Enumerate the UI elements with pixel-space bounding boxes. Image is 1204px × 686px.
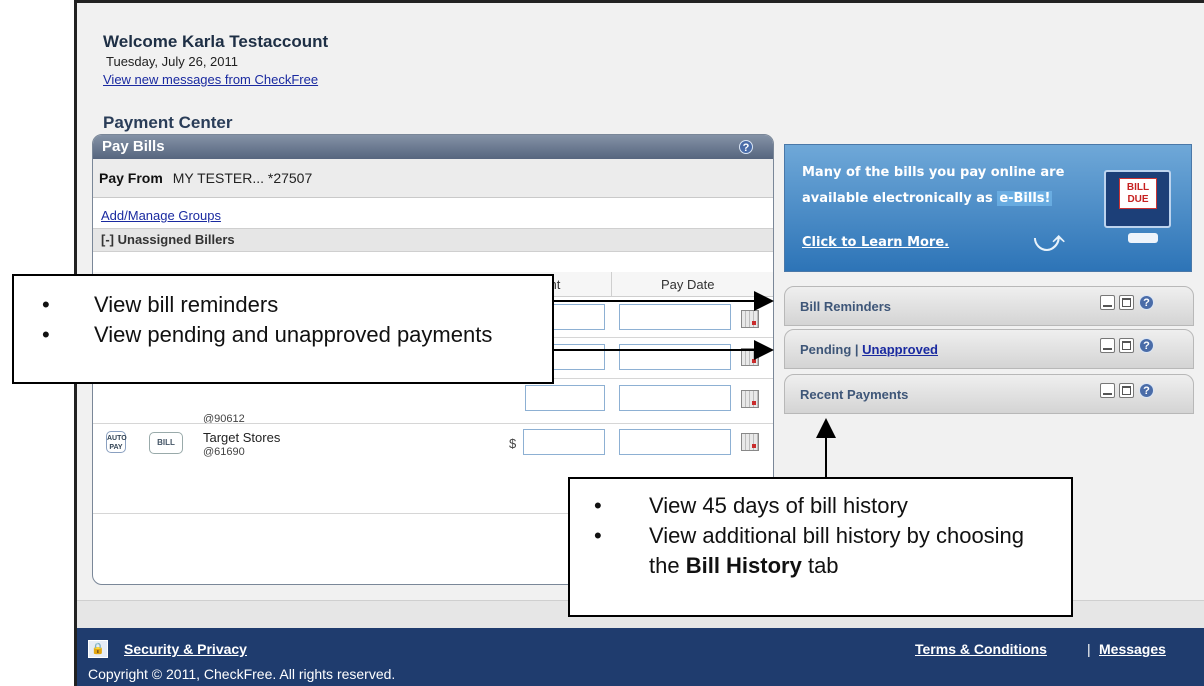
bill-reminders-title[interactable]: Bill Reminders [800, 299, 891, 314]
tab-separator: | [851, 342, 863, 357]
current-date: Tuesday, July 26, 2011 [106, 54, 239, 69]
amount-input[interactable] [523, 429, 605, 455]
unassigned-billers-header[interactable]: [-] Unassigned Billers [93, 228, 773, 252]
ebills-highlight: e-Bills! [997, 191, 1053, 206]
bill-due-line1: BILL [1126, 182, 1150, 193]
learn-more-link[interactable]: Click to Learn More. [802, 235, 949, 250]
bill-due-badge: BILL DUE [1119, 178, 1157, 209]
autopay-icon[interactable]: AUTO PAY [106, 431, 127, 453]
pending-widget[interactable]: Pending | Unapproved ? [784, 329, 1194, 369]
minimize-icon[interactable] [1100, 295, 1115, 310]
currency-symbol: $ [509, 436, 517, 451]
minimize-icon[interactable] [1100, 383, 1115, 398]
pay-from-account[interactable]: MY TESTER... *27507 [173, 170, 313, 186]
copyright-text: Copyright © 2011, CheckFree. All rights … [88, 666, 396, 682]
pay-from-row: Pay From MY TESTER... *27507 [93, 159, 773, 198]
pending-title: Pending | Unapproved [800, 342, 938, 357]
pay-date-input[interactable] [619, 429, 731, 455]
help-icon[interactable]: ? [739, 140, 753, 154]
lock-icon: 🔒 [88, 640, 108, 658]
callout-bullet: View additional bill history by choosing… [570, 521, 1071, 581]
row-divider [93, 423, 773, 424]
calendar-icon[interactable] [741, 348, 759, 366]
callout-bullet: View pending and unapproved payments [14, 320, 552, 350]
maximize-icon[interactable] [1119, 295, 1134, 310]
ebills-promo-banner[interactable]: Many of the bills you pay online are ava… [784, 144, 1192, 272]
unapproved-tab[interactable]: Unapproved [862, 342, 938, 357]
column-divider [611, 272, 612, 296]
help-icon[interactable]: ? [1139, 383, 1154, 398]
pending-tab[interactable]: Pending [800, 342, 851, 357]
pay-date-input[interactable] [619, 304, 731, 330]
calendar-icon[interactable] [741, 310, 759, 328]
callout-text-bold: Bill History [685, 553, 802, 578]
banner-text-line2: available electronically as e-Bills! [802, 191, 1053, 206]
callout-bullet: View bill reminders [14, 290, 552, 320]
unassigned-billers-label: Unassigned Billers [117, 232, 235, 247]
callout-bottom: View 45 days of bill history View additi… [568, 477, 1073, 617]
pay-from-label: Pay From [99, 170, 163, 186]
pay-bills-header: Pay Bills ? [93, 135, 773, 159]
curved-arrow-icon: ⤻ [1033, 225, 1066, 258]
help-icon[interactable]: ? [1139, 338, 1154, 353]
terms-conditions-link[interactable]: Terms & Conditions [915, 641, 1047, 657]
help-icon[interactable]: ? [1139, 295, 1154, 310]
footer: 🔒 Security & Privacy Terms & Conditions … [77, 628, 1204, 686]
column-pay-date: Pay Date [661, 277, 715, 292]
biller-name[interactable]: Target Stores [203, 430, 280, 445]
banner-text-line2-prefix: available electronically as [802, 191, 998, 206]
bill-reminders-widget[interactable]: Bill Reminders ? [784, 286, 1194, 326]
minimize-icon[interactable] [1100, 338, 1115, 353]
banner-text-line1: Many of the bills you pay online are [802, 165, 1065, 180]
welcome-heading: Welcome Karla Testaccount [103, 32, 329, 51]
page-title: Payment Center [103, 113, 233, 132]
bill-button[interactable]: BILL [149, 432, 183, 454]
recent-payments-title[interactable]: Recent Payments [800, 387, 908, 402]
security-privacy-link[interactable]: Security & Privacy [124, 641, 247, 657]
footer-separator: | [1087, 641, 1091, 657]
pay-date-input[interactable] [619, 344, 731, 370]
pay-bills-title: Pay Bills [102, 138, 165, 155]
callout-text-suffix: tab [801, 553, 839, 578]
messages-link[interactable]: Messages [1099, 641, 1166, 657]
callout-left: View bill reminders View pending and una… [12, 274, 554, 384]
bill-due-line2: DUE [1127, 194, 1149, 205]
maximize-icon[interactable] [1119, 383, 1134, 398]
calendar-icon[interactable] [741, 433, 759, 451]
monitor-stand-icon [1128, 233, 1158, 243]
new-messages-link[interactable]: View new messages from CheckFree [103, 72, 318, 87]
biller-account-number: @61690 [203, 446, 245, 458]
callout-bullet: View 45 days of bill history [570, 491, 1071, 521]
collapse-toggle[interactable]: [-] [101, 232, 114, 247]
recent-payments-widget[interactable]: Recent Payments ? [784, 374, 1194, 414]
maximize-icon[interactable] [1119, 338, 1134, 353]
add-manage-groups-link[interactable]: Add/Manage Groups [101, 208, 221, 223]
calendar-icon[interactable] [741, 390, 759, 408]
groups-row: Add/Manage Groups [93, 198, 773, 228]
amount-input[interactable] [525, 385, 605, 411]
pay-date-input[interactable] [619, 385, 731, 411]
